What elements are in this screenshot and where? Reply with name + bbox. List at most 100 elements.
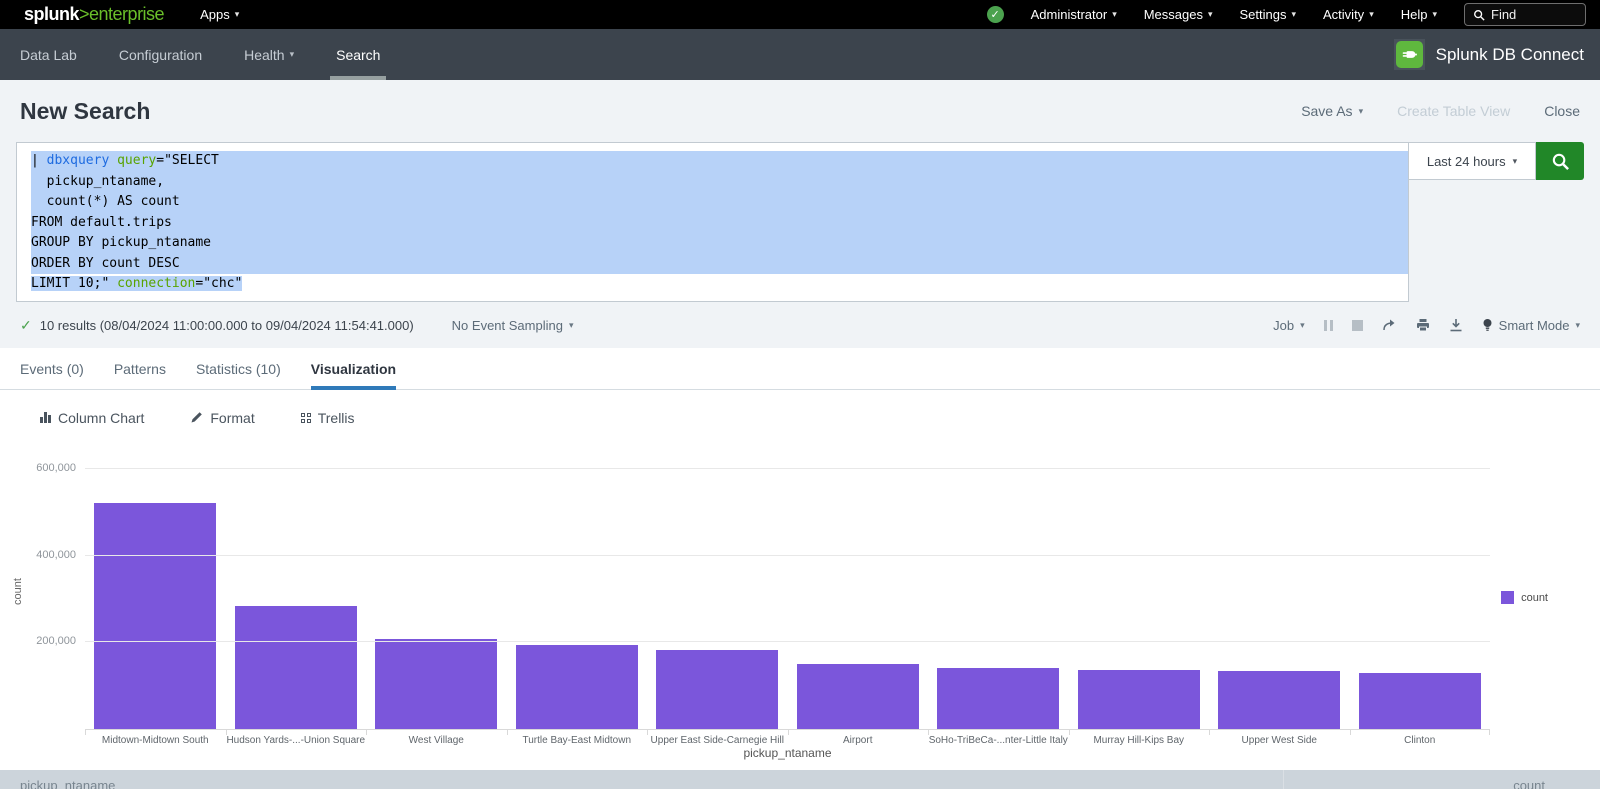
bar-cell <box>226 469 367 729</box>
bar-cell <box>507 469 648 729</box>
time-range-picker[interactable]: Last 24 hours ▾ <box>1409 142 1536 180</box>
job-menu-label: Job <box>1273 318 1294 333</box>
x-axis-label: Airport <box>788 730 929 746</box>
x-axis-label: West Village <box>366 730 507 746</box>
chevron-down-icon: ▾ <box>1359 106 1364 117</box>
result-tabs: Events (0) Patterns Statistics (10) Visuali… <box>0 348 1600 390</box>
results-summary: 10 results (08/04/2024 11:00:00.000 to 0… <box>40 318 414 333</box>
search-mode-selector[interactable]: Smart Mode ▾ <box>1482 318 1580 333</box>
tab-visualization[interactable]: Visualization <box>311 361 396 389</box>
appbar-item-data-lab[interactable]: Data Lab <box>20 29 77 80</box>
topbar-menu-administrator[interactable]: Administrator▾ <box>1031 7 1117 22</box>
chevron-down-icon: ▾ <box>569 320 574 331</box>
chart-bar-turtle-bay-east-midtown[interactable] <box>516 645 638 730</box>
x-axis-label: Upper West Side <box>1209 730 1350 746</box>
bar-cell <box>788 469 929 729</box>
find-input[interactable] <box>1491 7 1573 22</box>
db-connect-plug-icon <box>1396 41 1423 68</box>
results-bar: ✓ 10 results (08/04/2024 11:00:00.000 to… <box>0 302 1600 348</box>
table-column-header[interactable]: pickup_ntaname <box>0 770 1283 789</box>
x-axis-title: pickup_ntaname <box>85 746 1490 760</box>
chevron-down-icon: ▾ <box>290 49 295 60</box>
gridline <box>85 641 1490 642</box>
run-search-button[interactable] <box>1536 142 1584 180</box>
job-controls: Job ▾ Smart Mode ▾ <box>1273 318 1580 333</box>
close-button[interactable]: Close <box>1544 103 1580 119</box>
chart-bar-upper-west-side[interactable] <box>1218 671 1340 729</box>
appbar: Data Lab Configuration Health▾ Search Splun… <box>0 29 1600 80</box>
chevron-down-icon: ▾ <box>235 9 240 20</box>
trellis-label: Trellis <box>318 410 355 426</box>
save-as-button[interactable]: Save As▾ <box>1301 103 1363 119</box>
x-axis-label: Turtle Bay-East Midtown <box>507 730 648 746</box>
appbar-item-health[interactable]: Health▾ <box>244 29 294 80</box>
page-header: New Search Save As▾ Create Table View Cl… <box>0 80 1600 142</box>
chevron-down-icon: ▾ <box>1575 320 1580 331</box>
export-button[interactable] <box>1449 318 1463 332</box>
topbar-menu-activity[interactable]: Activity▾ <box>1323 7 1374 22</box>
print-button[interactable] <box>1416 318 1430 332</box>
event-sampling-dropdown[interactable]: No Event Sampling ▾ <box>452 318 574 333</box>
page-title: New Search <box>20 98 150 125</box>
y-tick-label: 200,000 <box>36 635 76 647</box>
find-search-box[interactable] <box>1464 3 1586 26</box>
apps-menu[interactable]: Apps ▾ <box>200 7 239 22</box>
chart-bar-airport[interactable] <box>797 664 919 729</box>
y-axis-labels: 200,000 400,000 600,000 <box>0 445 76 745</box>
format-button[interactable]: Format <box>190 410 254 426</box>
chart-bar-murray-hill-kips-bay[interactable] <box>1078 670 1200 729</box>
header-actions: Save As▾ Create Table View Close <box>1301 103 1580 119</box>
gridline <box>85 468 1490 469</box>
tab-patterns[interactable]: Patterns <box>114 361 166 389</box>
search-bar: | dbxquery query="SELECT pickup_ntaname,… <box>0 142 1600 302</box>
topbar-menu-help[interactable]: Help▾ <box>1401 7 1437 22</box>
bar-cell <box>366 469 507 729</box>
logo-suffix: >enterprise <box>79 4 164 24</box>
tab-statistics-10[interactable]: Statistics (10) <box>196 361 281 389</box>
trellis-button[interactable]: Trellis <box>301 410 355 426</box>
statistics-table-header: pickup_ntaname count <box>0 770 1600 789</box>
health-status-check-icon[interactable]: ✓ <box>987 6 1004 23</box>
stop-button[interactable] <box>1352 320 1363 331</box>
search-query-input[interactable]: | dbxquery query="SELECT pickup_ntaname,… <box>16 142 1409 302</box>
create-table-view-button[interactable]: Create Table View <box>1397 103 1510 119</box>
y-tick-label: 400,000 <box>36 549 76 561</box>
topbar-menu-messages[interactable]: Messages▾ <box>1144 7 1213 22</box>
bar-cell <box>1069 469 1210 729</box>
search-mode-label: Smart Mode <box>1499 318 1570 333</box>
app-identity[interactable]: Splunk DB Connect <box>1394 39 1584 70</box>
pencil-icon <box>190 411 203 424</box>
appbar-item-search[interactable]: Search <box>336 29 380 80</box>
chart-bar-hudson-yards-union-square[interactable] <box>235 606 357 730</box>
bar-cell <box>85 469 226 729</box>
job-menu[interactable]: Job ▾ <box>1273 318 1305 333</box>
trellis-grid-icon <box>301 413 311 423</box>
chart-bar-soho-tribeca-nter-little-italy[interactable] <box>937 668 1059 729</box>
topbar-menu-settings[interactable]: Settings▾ <box>1240 7 1297 22</box>
splunk-logo[interactable]: splunk>enterprise <box>24 4 164 25</box>
appbar-item-configuration[interactable]: Configuration <box>119 29 202 80</box>
chart-bar-clinton[interactable] <box>1359 673 1481 729</box>
x-axis-labels: Midtown-Midtown SouthHudson Yards-...-Un… <box>85 730 1490 746</box>
chart-legend[interactable]: count <box>1501 591 1548 604</box>
chart-bar-midtown-midtown-south[interactable] <box>94 503 216 729</box>
pause-button[interactable] <box>1324 320 1333 331</box>
success-check-icon: ✓ <box>20 317 32 334</box>
chart-type-picker[interactable]: Column Chart <box>40 410 144 426</box>
bar-cell <box>1209 469 1350 729</box>
app-title: Splunk DB Connect <box>1436 45 1584 65</box>
share-button[interactable] <box>1382 318 1397 332</box>
viz-toolbar: Column Chart Format Trellis <box>0 390 1600 445</box>
y-tick-label: 600,000 <box>36 462 76 474</box>
topbar: splunk>enterprise Apps ▾ ✓ Administrator… <box>0 0 1600 29</box>
bars-container <box>85 469 1490 729</box>
x-axis-label: Clinton <box>1350 730 1491 746</box>
chart-bar-upper-east-side-carnegie-hill[interactable] <box>656 650 778 729</box>
chart-type-label: Column Chart <box>58 410 144 426</box>
tab-events-0[interactable]: Events (0) <box>20 361 84 389</box>
bar-cell <box>647 469 788 729</box>
chart-bar-west-village[interactable] <box>375 639 497 729</box>
bar-cell <box>928 469 1069 729</box>
x-axis-label: Hudson Yards-...-Union Square <box>226 730 367 746</box>
table-column-header[interactable]: count <box>1283 770 1600 789</box>
